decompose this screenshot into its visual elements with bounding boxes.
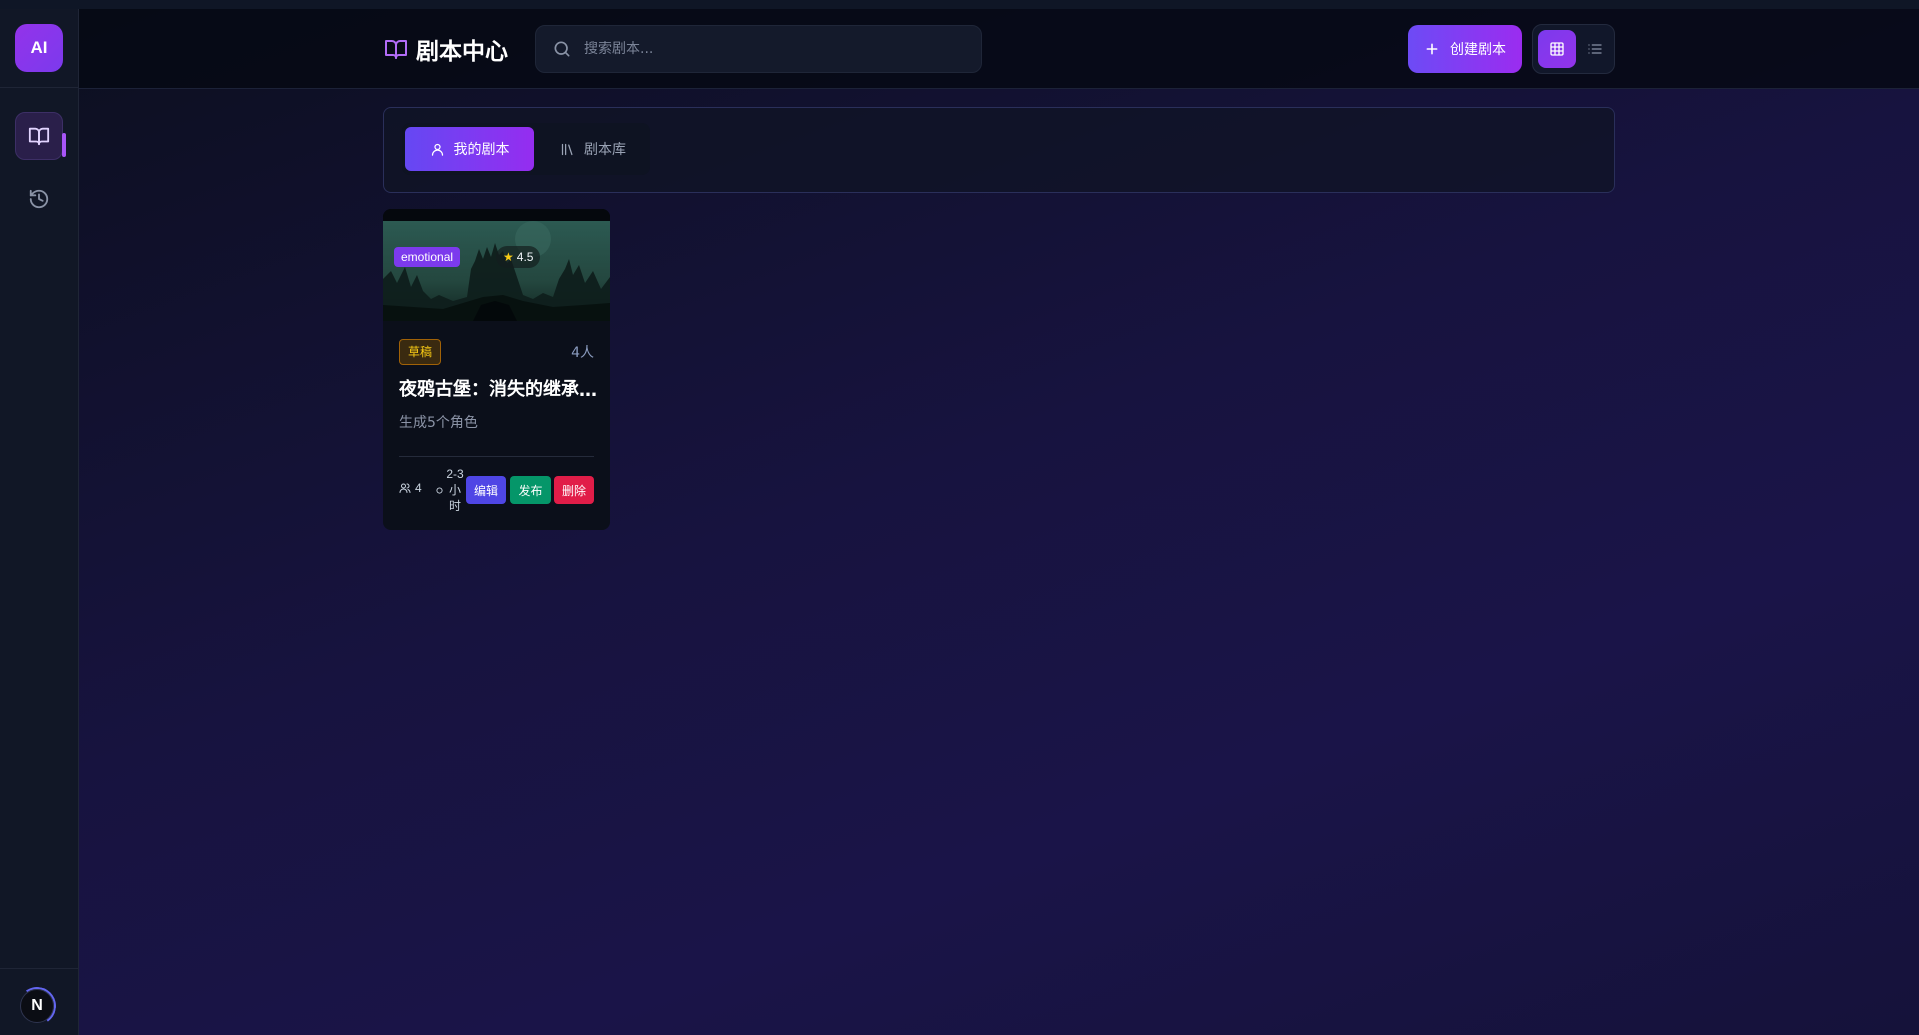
tabs-panel: 我的剧本 剧本库 — [383, 107, 1615, 193]
header: 剧本中心 创建剧本 — [79, 9, 1919, 89]
status-badge: 草稿 — [399, 339, 442, 365]
script-description: 生成5个角色 — [399, 415, 478, 431]
search-input[interactable] — [584, 41, 944, 57]
delete-button[interactable]: 删除 — [554, 476, 594, 504]
avatar[interactable]: N — [20, 989, 54, 1023]
script-cover-image: emotional ★ 4.5 — [383, 209, 610, 321]
genre-badge: emotional — [394, 247, 461, 267]
edit-button[interactable]: 编辑 — [466, 476, 506, 504]
meta-players-value: 4 — [415, 481, 422, 495]
top-strip — [0, 0, 1919, 9]
star-icon: ★ — [503, 250, 514, 264]
create-script-label: 创建剧本 — [1450, 41, 1506, 57]
plus-icon — [1426, 43, 1438, 55]
sidebar-divider — [0, 87, 78, 88]
main-area: 剧本中心 创建剧本 我的剧本 剧本库 — [79, 9, 1919, 1035]
page-title-text: 剧本中心 — [416, 39, 508, 65]
rating-badge: ★ 4.5 — [496, 246, 541, 268]
clock-icon — [436, 486, 443, 494]
sidebar-item-history[interactable] — [15, 175, 63, 223]
tab-my-scripts-label: 我的剧本 — [453, 142, 510, 158]
publish-button[interactable]: 发布 — [510, 476, 551, 504]
meta-duration: 2-3小时 — [436, 466, 464, 514]
grid-view-button[interactable] — [1538, 30, 1576, 68]
sidebar-item-scripts[interactable] — [15, 112, 63, 160]
page-title: 剧本中心 — [384, 33, 508, 65]
sidebar-bottom-divider — [0, 968, 78, 969]
app-logo[interactable]: AI — [15, 24, 63, 72]
book-open-icon — [28, 127, 50, 146]
tab-script-library-label: 剧本库 — [584, 142, 626, 158]
grid-icon — [1550, 42, 1564, 56]
active-indicator — [62, 133, 66, 157]
create-script-button[interactable]: 创建剧本 — [1408, 25, 1522, 73]
meta-players: 4 — [399, 481, 422, 495]
script-title: 夜鸦古堡：消失的继承人… — [399, 375, 599, 401]
user-icon — [431, 143, 443, 156]
view-mode-toggle — [1532, 24, 1615, 74]
search-icon — [554, 41, 570, 57]
users-icon — [399, 483, 411, 493]
sidebar: AI N — [0, 9, 79, 1035]
book-open-icon — [385, 40, 407, 59]
script-card[interactable]: emotional ★ 4.5 草稿 4人 夜鸦古堡：消失的继承人… 生成5个角… — [383, 209, 610, 530]
list-icon — [1588, 44, 1602, 54]
tab-script-library[interactable]: 剧本库 — [540, 127, 646, 171]
tab-my-scripts[interactable]: 我的剧本 — [405, 127, 534, 171]
library-icon — [561, 143, 573, 155]
title-ellipsis: … — [579, 380, 597, 401]
rating-value: 4.5 — [516, 250, 534, 264]
script-title-text: 夜鸦古堡：消失的继承人 — [399, 379, 579, 400]
player-count-label: 4人 — [571, 345, 594, 361]
history-icon — [29, 189, 49, 209]
tabs-group: 我的剧本 剧本库 — [402, 123, 650, 175]
list-view-button[interactable] — [1578, 30, 1612, 68]
meta-duration-value: 2-3小时 — [446, 467, 464, 513]
card-divider — [399, 456, 594, 457]
search-box[interactable] — [535, 25, 982, 73]
